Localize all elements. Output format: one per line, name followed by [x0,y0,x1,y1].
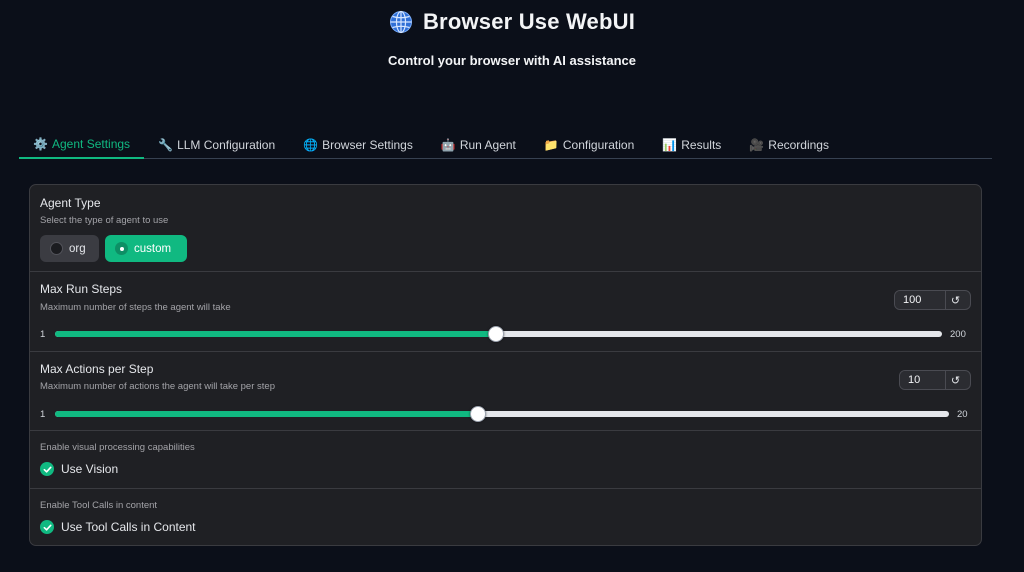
tab-label: Run Agent [459,138,516,152]
tool-calls-checkbox[interactable]: Use Tool Calls in Content [40,520,196,534]
tab-label: Agent Settings [52,137,131,151]
radio-label: org [69,242,86,255]
tab-label: Results [681,138,722,152]
tab-recordings[interactable]: 🎥 Recordings [735,131,843,159]
globe-icon [389,10,412,34]
use-vision-section: Enable visual processing capabilities Us… [30,431,981,489]
max-run-steps-label: Max Run Steps [40,282,123,296]
tab-bar: ⚙️ Agent Settings 🔧 LLM Configuration 🌐 … [19,131,992,159]
reset-icon[interactable]: ↺ [945,291,965,309]
range-max-label: 20 [957,409,968,420]
checkbox-label: Use Tool Calls in Content [61,520,196,534]
tab-agent-settings[interactable]: ⚙️ Agent Settings [19,131,145,159]
agent-type-section: Agent Type Select the type of agent to u… [30,185,981,272]
max-actions-number: ↺ [899,370,971,390]
checkbox-label: Use Vision [61,462,119,476]
max-actions-input[interactable] [900,371,945,389]
max-actions-label: Max Actions per Step [40,362,154,376]
tool-calls-section: Enable Tool Calls in content Use Tool Ca… [30,489,981,545]
slider-fill [55,331,497,337]
range-min-label: 1 [40,409,46,420]
max-run-steps-slider[interactable] [55,326,942,342]
agent-type-option-org[interactable]: org [40,235,99,262]
max-actions-info: Maximum number of actions the agent will… [40,381,275,392]
max-run-steps-info: Maximum number of steps the agent will t… [40,302,231,313]
radio-unchecked-icon [50,242,63,255]
reset-icon[interactable]: ↺ [945,371,965,389]
folder-icon: 📁 [543,138,559,152]
tab-results[interactable]: 📊 Results [648,131,735,159]
agent-type-info: Select the type of agent to use [40,215,169,226]
radio-label: custom [134,242,172,255]
agent-type-label: Agent Type [40,196,101,210]
max-actions-slider[interactable] [55,406,949,422]
slider-thumb[interactable] [470,406,487,422]
agent-type-option-custom[interactable]: custom [105,235,187,262]
use-vision-info: Enable visual processing capabilities [40,442,195,453]
use-vision-checkbox[interactable]: Use Vision [40,462,118,476]
max-run-steps-section: Max Run Steps Maximum number of steps th… [30,272,981,352]
app-title-text: Browser Use WebUI [422,9,636,34]
max-actions-section: Max Actions per Step Maximum number of a… [30,352,981,431]
range-max-label: 200 [950,329,966,340]
globe-icon: 🌐 [303,138,319,152]
range-min-label: 1 [40,329,46,340]
wrench-icon: 🔧 [158,138,174,152]
tab-llm-configuration[interactable]: 🔧 LLM Configuration [144,131,289,159]
agent-settings-panel: Agent Type Select the type of agent to u… [29,184,982,546]
video-camera-icon: 🎥 [749,138,765,152]
tab-run-agent[interactable]: 🤖 Run Agent [427,131,530,159]
robot-icon: 🤖 [440,138,456,152]
radio-checked-icon [115,242,128,255]
slider-thumb[interactable] [488,326,505,342]
slider-fill [55,411,479,417]
app-title: Browser Use WebUI [0,9,1024,35]
tab-label: Configuration [562,138,635,152]
tab-label: Browser Settings [322,138,413,152]
tab-browser-settings[interactable]: 🌐 Browser Settings [289,131,427,159]
app-subtitle: Control your browser with AI assistance [387,53,636,68]
tab-configuration[interactable]: 📁 Configuration [530,131,648,159]
check-icon [40,520,54,534]
tab-label: LLM Configuration [177,138,276,152]
tool-calls-info: Enable Tool Calls in content [40,500,158,511]
check-icon [40,462,54,476]
max-run-steps-number: ↺ [894,290,971,310]
bar-chart-icon: 📊 [662,138,678,152]
tab-label: Recordings [768,138,829,152]
max-run-steps-input[interactable] [895,291,945,309]
gear-icon: ⚙️ [33,137,48,151]
